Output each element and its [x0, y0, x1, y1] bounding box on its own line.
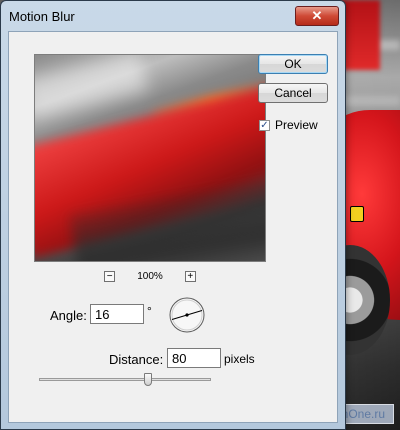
distance-unit: pixels — [224, 352, 255, 366]
close-button[interactable]: ✕ — [295, 6, 339, 26]
angle-input[interactable] — [90, 304, 144, 324]
dialog-content: − 100% + OK Cancel ✓ Preview Angle: ° Di… — [8, 31, 338, 423]
ok-button[interactable]: OK — [258, 54, 328, 74]
preview-checkbox[interactable]: ✓ — [259, 119, 270, 131]
distance-input[interactable] — [167, 348, 221, 368]
zoom-out-icon[interactable]: − — [104, 270, 116, 282]
preview-image[interactable] — [34, 54, 266, 262]
zoom-controls: − 100% + — [34, 268, 266, 284]
distance-slider-track[interactable] — [39, 378, 211, 381]
distance-label: Distance: — [109, 352, 164, 367]
zoom-level: 100% — [137, 270, 163, 282]
dialog-title: Motion Blur — [9, 8, 75, 24]
cancel-button[interactable]: Cancel — [258, 83, 328, 103]
preview-toggle[interactable]: ✓ Preview — [259, 118, 318, 132]
angle-dial-icon[interactable] — [168, 296, 206, 334]
checkmark-icon: ✓ — [260, 119, 269, 131]
zoom-in-icon[interactable]: + — [184, 270, 196, 282]
preview-label: Preview — [275, 118, 318, 132]
distance-slider-thumb[interactable] — [144, 373, 153, 386]
title-bar[interactable]: Motion Blur ✕ — [1, 1, 345, 31]
close-icon: ✕ — [311, 8, 323, 23]
angle-label: Angle: — [50, 308, 87, 323]
motion-blur-dialog: Motion Blur ✕ − 100% + OK Cancel ✓ Previ… — [0, 0, 346, 430]
degree-unit: ° — [147, 304, 152, 318]
